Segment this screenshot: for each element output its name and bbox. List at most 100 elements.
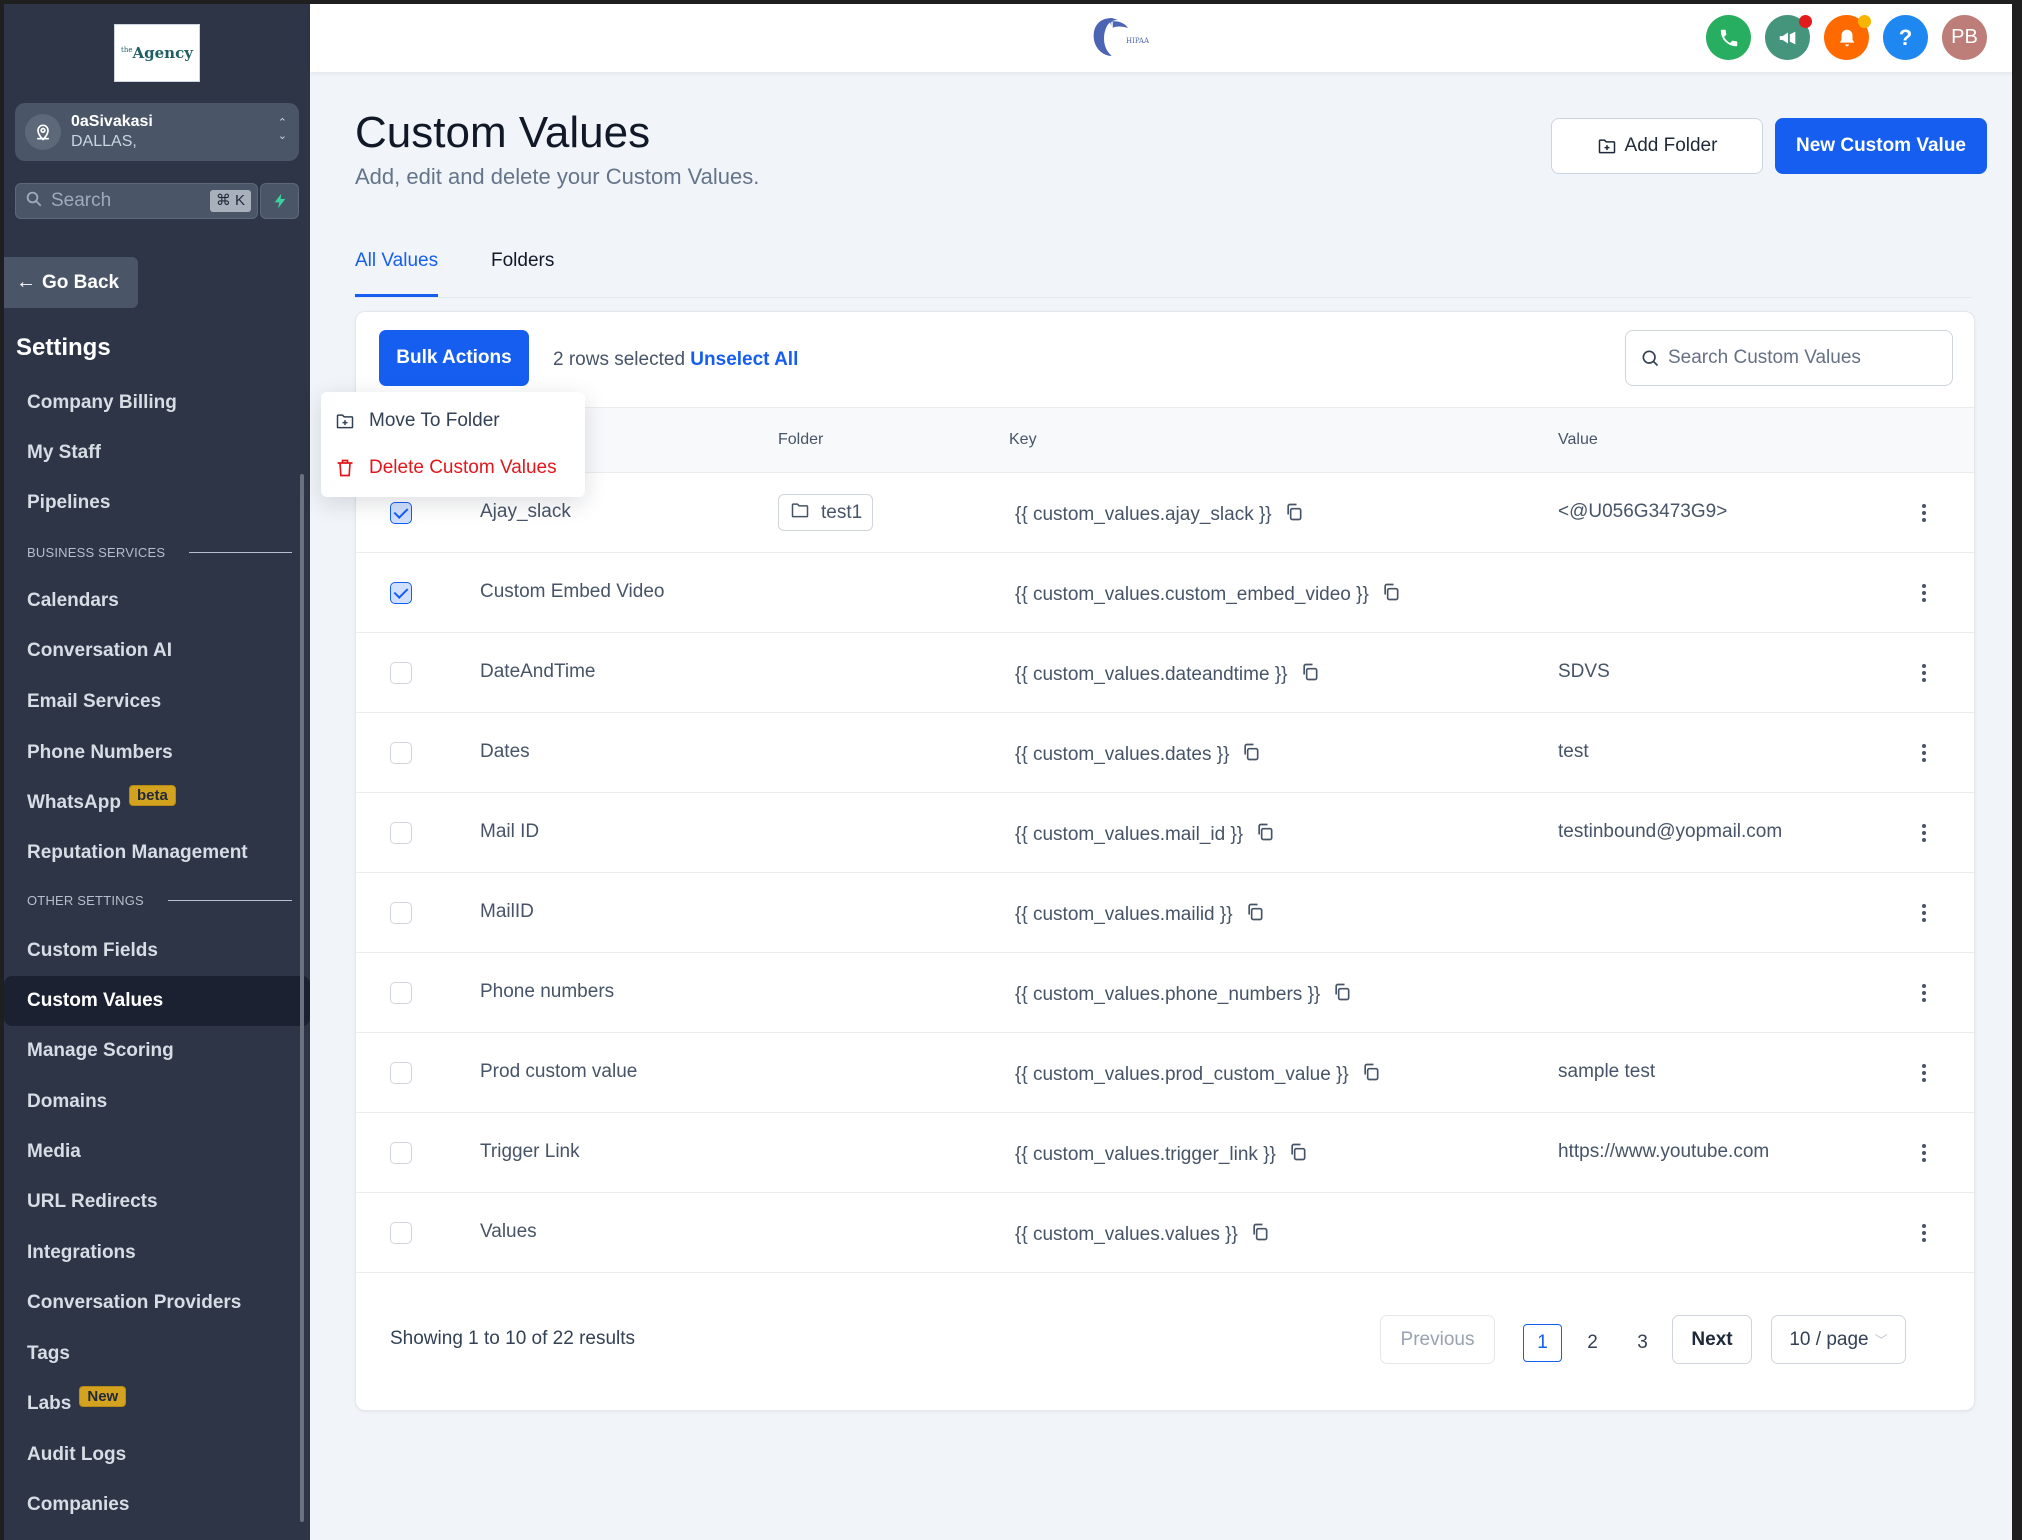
section-business-services: BUSINESS SERVICES xyxy=(27,545,292,560)
row-more-options-icon[interactable] xyxy=(1914,978,1934,1008)
copy-icon[interactable] xyxy=(1241,741,1261,769)
page-2-button[interactable]: 2 xyxy=(1573,1324,1612,1362)
delete-custom-values-menu-item[interactable]: Delete Custom Values xyxy=(335,457,557,479)
row-checkbox[interactable] xyxy=(390,582,412,604)
sidebar-item-manage-scoring[interactable]: Manage Scoring xyxy=(4,1026,310,1076)
table-row[interactable]: Custom Embed Video {{ custom_values.custo… xyxy=(356,553,1974,633)
location-switcher[interactable]: 0aSivakasi DALLAS, ⌃ ⌄ xyxy=(15,103,299,161)
row-more-options-icon[interactable] xyxy=(1914,658,1934,688)
move-to-folder-menu-item[interactable]: Move To Folder xyxy=(335,410,500,432)
row-more-options-icon[interactable] xyxy=(1914,898,1934,928)
row-checkbox[interactable] xyxy=(390,902,412,924)
sidebar-item-media[interactable]: Media xyxy=(4,1127,310,1177)
row-checkbox[interactable] xyxy=(390,662,412,684)
quick-actions-button[interactable] xyxy=(260,183,299,219)
table-row[interactable]: MailID {{ custom_values.mailid }} xyxy=(356,873,1974,953)
table-row[interactable]: Mail ID {{ custom_values.mail_id }} testin… xyxy=(356,793,1974,873)
copy-icon[interactable] xyxy=(1284,501,1304,529)
sidebar-item-custom-fields[interactable]: Custom Fields xyxy=(4,926,310,976)
previous-page-button[interactable]: Previous xyxy=(1380,1315,1495,1364)
copy-icon[interactable] xyxy=(1255,821,1275,849)
page-title: Custom Values xyxy=(355,108,651,157)
row-checkbox[interactable] xyxy=(390,742,412,764)
phone-button[interactable] xyxy=(1706,15,1751,60)
sidebar-item-conversation-ai[interactable]: Conversation AI xyxy=(4,626,310,676)
sidebar-item-labs[interactable]: Labs New xyxy=(4,1379,310,1429)
sidebar-item-audit-logs[interactable]: Audit Logs xyxy=(4,1430,310,1480)
sidebar-search[interactable]: Search ⌘ K xyxy=(15,183,258,219)
row-more-options-icon[interactable] xyxy=(1914,578,1934,608)
tab-folders[interactable]: Folders xyxy=(491,250,554,297)
bulk-actions-button[interactable]: Bulk Actions xyxy=(379,330,529,386)
copy-icon[interactable] xyxy=(1361,1061,1381,1089)
search-input[interactable] xyxy=(1668,347,1938,369)
bulk-actions-menu: Move To Folder Delete Custom Values xyxy=(321,392,585,497)
tab-all-values[interactable]: All Values xyxy=(355,250,439,297)
row-more-options-icon[interactable] xyxy=(1914,1218,1934,1248)
table-row[interactable]: Phone numbers {{ custom_values.phone_numb… xyxy=(356,953,1974,1033)
sidebar-item-reputation-management[interactable]: Reputation Management xyxy=(4,828,310,878)
cell-name: Dates xyxy=(480,741,530,762)
row-checkbox[interactable] xyxy=(390,502,412,524)
table-row[interactable]: Values {{ custom_values.values }} xyxy=(356,1193,1974,1273)
copy-icon[interactable] xyxy=(1250,1221,1270,1249)
sidebar-item-companies[interactable]: Companies xyxy=(4,1480,310,1530)
column-header-value[interactable]: Value xyxy=(1558,431,1598,449)
help-button[interactable]: ? xyxy=(1883,15,1928,60)
row-more-options-icon[interactable] xyxy=(1914,738,1934,768)
sidebar-item-company-billing[interactable]: Company Billing xyxy=(4,378,310,428)
sidebar-item-my-staff[interactable]: My Staff xyxy=(4,428,310,478)
row-more-options-icon[interactable] xyxy=(1914,1058,1934,1088)
copy-icon[interactable] xyxy=(1245,901,1265,929)
sidebar-item-domains[interactable]: Domains xyxy=(4,1077,310,1127)
column-header-folder[interactable]: Folder xyxy=(778,431,823,449)
sidebar-item-integrations[interactable]: Integrations xyxy=(4,1228,310,1278)
unselect-all-link[interactable]: Unselect All xyxy=(690,349,798,370)
column-header-key[interactable]: Key xyxy=(1009,431,1037,449)
sidebar-item-url-redirects[interactable]: URL Redirects xyxy=(4,1177,310,1227)
sidebar-item-phone-numbers[interactable]: Phone Numbers xyxy=(4,728,310,778)
row-more-options-icon[interactable] xyxy=(1914,1138,1934,1168)
copy-icon[interactable] xyxy=(1332,981,1352,1009)
announcements-button[interactable] xyxy=(1765,15,1812,60)
table-row[interactable]: Prod custom value {{ custom_values.prod_c… xyxy=(356,1033,1974,1113)
sidebar-item-calendars[interactable]: Calendars xyxy=(4,576,310,626)
add-folder-button[interactable]: Add Folder xyxy=(1551,118,1763,174)
row-more-options-icon[interactable] xyxy=(1914,818,1934,848)
folder-tag[interactable]: test1 xyxy=(778,494,874,531)
sidebar-item-whatsapp[interactable]: WhatsApp beta xyxy=(4,778,310,828)
cell-name: Mail ID xyxy=(480,821,540,842)
table-row[interactable]: Dates {{ custom_values.dates }} test xyxy=(356,713,1974,793)
agency-logo[interactable]: theAgency xyxy=(114,24,200,82)
row-checkbox[interactable] xyxy=(390,1062,412,1084)
page-1-button[interactable]: 1 xyxy=(1523,1324,1562,1362)
table-row[interactable]: Trigger Link {{ custom_values.trigger_lin… xyxy=(356,1113,1974,1193)
sidebar-item-conversation-providers[interactable]: Conversation Providers xyxy=(4,1278,310,1328)
row-checkbox[interactable] xyxy=(390,1222,412,1244)
copy-icon[interactable] xyxy=(1288,1141,1308,1169)
sidebar-item-custom-values[interactable]: Custom Values xyxy=(4,976,310,1026)
search-custom-values[interactable] xyxy=(1625,330,1953,386)
sidebar-item-email-services[interactable]: Email Services xyxy=(4,677,310,727)
copy-icon[interactable] xyxy=(1300,661,1320,689)
row-checkbox[interactable] xyxy=(390,822,412,844)
avatar[interactable]: PB xyxy=(1942,15,1987,60)
sidebar-item-tags[interactable]: Tags xyxy=(4,1329,310,1379)
row-checkbox[interactable] xyxy=(390,982,412,1004)
sidebar-item-pipelines[interactable]: Pipelines xyxy=(4,478,310,528)
table-row[interactable]: DateAndTime {{ custom_values.dateandtime … xyxy=(356,633,1974,713)
page-size-select[interactable]: 10 / page ﹀ xyxy=(1771,1315,1906,1364)
go-back-button[interactable]: ← Go Back xyxy=(4,257,138,308)
new-badge: New xyxy=(79,1385,127,1407)
row-checkbox[interactable] xyxy=(390,1142,412,1164)
table-row[interactable]: Ajay_slack test1 {{ custom_values.ajay_sla… xyxy=(356,473,1974,553)
notifications-button[interactable] xyxy=(1824,15,1871,60)
cell-value: <@U056G3473G9> xyxy=(1558,501,1728,522)
sidebar-scrollbar[interactable] xyxy=(300,474,304,1522)
search-icon xyxy=(25,190,43,213)
next-page-button[interactable]: Next xyxy=(1672,1315,1752,1364)
new-custom-value-button[interactable]: New Custom Value xyxy=(1775,118,1987,174)
row-more-options-icon[interactable] xyxy=(1914,498,1934,528)
page-3-button[interactable]: 3 xyxy=(1623,1324,1662,1362)
copy-icon[interactable] xyxy=(1381,581,1401,609)
